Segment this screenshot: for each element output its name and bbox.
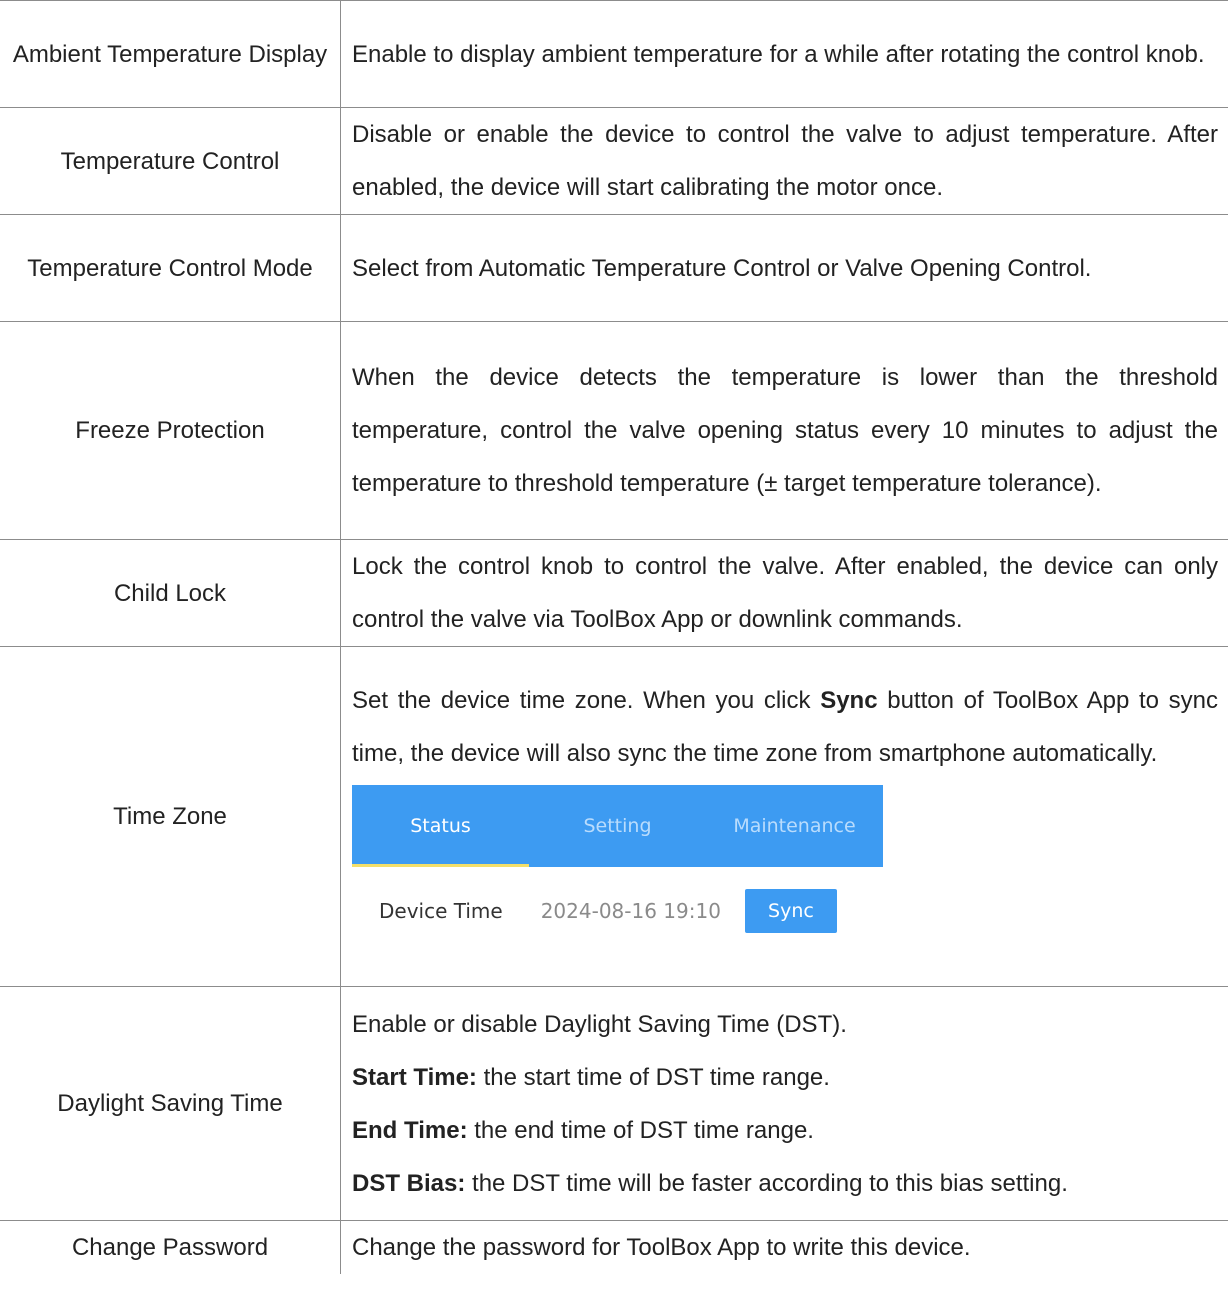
param-description: Select from Automatic Temperature Contro…: [340, 214, 1228, 322]
desc-bold-sync: Sync: [820, 687, 878, 714]
dst-line-text: the start time of DST time range.: [476, 1063, 830, 1091]
param-description: Change the password for ToolBox App to w…: [352, 1234, 971, 1261]
param-description: Set the device time zone. When you click…: [340, 646, 1228, 987]
table-row: Daylight Saving Time Enable or disable D…: [0, 986, 1228, 1221]
param-name: Change Password: [0, 1220, 341, 1274]
device-time-row: Device Time 2024-08-16 19:10 Sync: [352, 867, 883, 955]
dst-line: Enable or disable Daylight Saving Time (…: [352, 998, 1218, 1051]
dst-line-text: the DST time will be faster according to…: [465, 1169, 1068, 1197]
dst-line-text: the end time of DST time range.: [467, 1116, 814, 1144]
dst-line-label: Start Time:: [352, 1063, 477, 1091]
table-row: Temperature Control Disable or enable th…: [0, 107, 1228, 215]
param-description: Enable to display ambient temperature fo…: [340, 0, 1228, 108]
table-row: Time Zone Set the device time zone. When…: [0, 646, 1228, 987]
tab-maintenance[interactable]: Maintenance: [706, 785, 883, 867]
device-time-value: 2024-08-16 19:10: [540, 899, 721, 923]
toolbox-app-screenshot: Status Setting Maintenance Device Time 2…: [352, 785, 883, 955]
dst-line: Start Time: the start time of DST time r…: [352, 1051, 1218, 1104]
table-row: Temperature Control Mode Select from Aut…: [0, 214, 1228, 322]
param-name: Temperature Control: [0, 107, 341, 215]
desc-text-before: Set the device time zone. When you click: [352, 687, 821, 714]
tab-status[interactable]: Status: [352, 785, 529, 867]
table-row: Ambient Temperature Display Enable to di…: [0, 0, 1228, 108]
param-name: Time Zone: [0, 646, 341, 987]
parameter-table: Ambient Temperature Display Enable to di…: [0, 0, 1228, 1274]
param-name: Temperature Control Mode: [0, 214, 341, 322]
table-row: Child Lock Lock the control knob to cont…: [0, 539, 1228, 647]
sync-button[interactable]: Sync: [744, 889, 837, 933]
param-description: Lock the control knob to control the val…: [340, 539, 1228, 647]
dst-line: End Time: the end time of DST time range…: [352, 1104, 1218, 1157]
param-name: Daylight Saving Time: [0, 986, 341, 1221]
param-description: Enable or disable Daylight Saving Time (…: [340, 986, 1228, 1221]
param-description: Disable or enable the device to control …: [340, 107, 1228, 215]
dst-line-label: End Time:: [352, 1116, 468, 1144]
dst-line-label: DST Bias:: [352, 1169, 466, 1197]
dst-line: DST Bias: the DST time will be faster ac…: [352, 1157, 1218, 1210]
tab-setting[interactable]: Setting: [529, 785, 706, 867]
param-name: Ambient Temperature Display: [0, 0, 341, 108]
table-row: Change Password Change the password for …: [0, 1220, 1228, 1274]
device-time-label: Device Time: [379, 899, 503, 923]
param-description: When the device detects the temperature …: [340, 321, 1228, 540]
tab-bar: Status Setting Maintenance: [352, 785, 883, 867]
param-name: Child Lock: [0, 539, 341, 647]
param-name: Freeze Protection: [0, 321, 341, 540]
dst-line-text: Enable or disable Daylight Saving Time (…: [352, 1010, 847, 1038]
table-row: Freeze Protection When the device detect…: [0, 321, 1228, 540]
